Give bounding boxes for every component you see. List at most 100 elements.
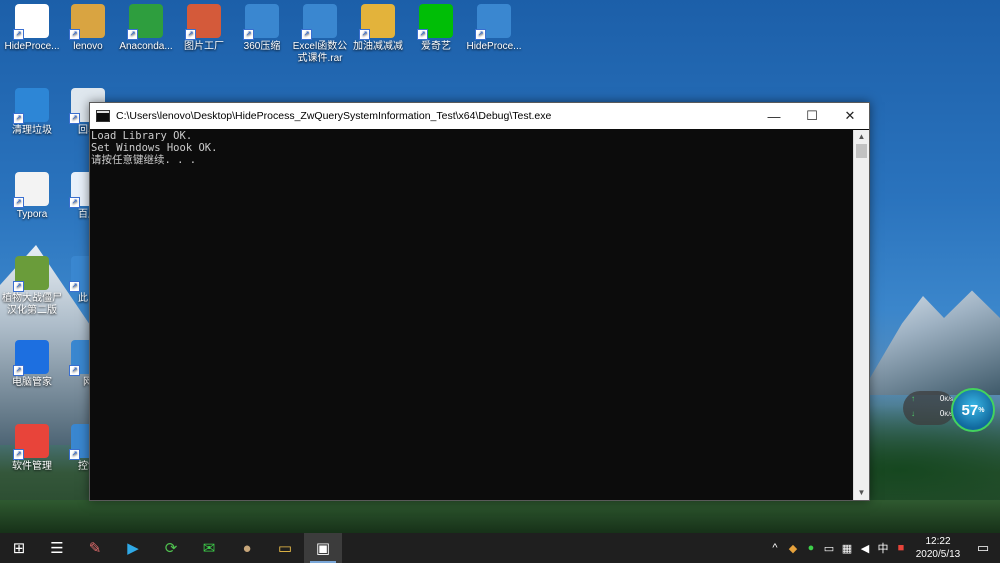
desktop-icon-label: Excel函数公式课件.rar xyxy=(292,41,348,64)
broom-icon: ↗ xyxy=(13,88,49,124)
shortcut-arrow-icon: ↗ xyxy=(69,197,80,208)
shortcut-arrow-icon: ↗ xyxy=(69,281,80,292)
memory-percent-unit: % xyxy=(978,406,985,414)
avatar-app-button[interactable]: ● xyxy=(228,533,266,563)
desktop-icon-label: Anaconda... xyxy=(119,41,173,52)
console-app-icon xyxy=(96,110,110,122)
close-button[interactable]: ✕ xyxy=(831,103,869,129)
start-button[interactable]: ⊞ xyxy=(0,533,38,563)
anaconda-icon: ↗ xyxy=(127,4,163,40)
console-app-button[interactable]: ▣ xyxy=(304,533,342,563)
video-player-button[interactable]: ▶ xyxy=(114,533,152,563)
desktop-icon[interactable]: ↗ Excel函数公式课件.rar xyxy=(288,4,352,65)
typora-icon: ↗ xyxy=(13,172,49,208)
shield-icon: ↗ xyxy=(13,340,49,376)
tray-wechat-icon[interactable]: ● xyxy=(802,542,820,554)
task-view-button[interactable]: ☰ xyxy=(38,533,76,563)
desktop-icon[interactable]: ↗ 图片工厂 xyxy=(172,4,236,53)
tray-ime-label[interactable]: 中 xyxy=(874,540,892,556)
shortcut-arrow-icon: ↗ xyxy=(13,365,24,376)
console-line: Set Windows Hook OK. xyxy=(91,142,218,154)
desktop-icon[interactable]: ↗ HideProce... xyxy=(0,4,64,53)
desktop-icon-label: 图片工厂 xyxy=(184,41,224,52)
desktop-icon[interactable]: ↗ Typora xyxy=(0,172,64,221)
console-line: Load Library OK. xyxy=(91,130,193,142)
desktop-icon[interactable]: ↗ Anaconda... xyxy=(114,4,178,53)
tray-tiger-icon[interactable]: ◆ xyxy=(784,542,802,555)
upload-arrow-icon: ↑ xyxy=(911,394,915,403)
memory-usage-ball[interactable]: 57% xyxy=(951,388,995,432)
desktop-icon-label: 软件管理 xyxy=(12,461,52,472)
wechat-button[interactable]: ✉ xyxy=(190,533,228,563)
desktop-icon[interactable]: ↗ 清理垃圾 xyxy=(0,88,64,137)
file-explorer-button[interactable]: ▭ xyxy=(266,533,304,563)
shortcut-arrow-icon: ↗ xyxy=(69,365,80,376)
desktop-icon[interactable]: ↗ 爱奇艺 xyxy=(404,4,468,53)
shortcut-arrow-icon: ↗ xyxy=(13,29,24,40)
background-mountain-right xyxy=(860,290,1000,395)
desktop-icon[interactable]: ↗ 电脑管家 xyxy=(0,340,64,389)
iqiyi-icon: ↗ xyxy=(417,4,453,40)
tray-network-icon[interactable]: ▦ xyxy=(838,542,856,555)
desktop-icon-label: HideProce... xyxy=(4,41,60,52)
maximize-button[interactable]: ☐ xyxy=(793,103,831,129)
tray-chevron-icon[interactable]: ^ xyxy=(766,542,784,554)
folder-icon: ↗ xyxy=(359,4,395,40)
shortcut-arrow-icon: ↗ xyxy=(13,281,24,292)
tray-clock[interactable]: 12:22 2020/5/13 xyxy=(910,535,966,561)
user-folder-icon: ↗ xyxy=(69,4,105,40)
notification-center-icon[interactable]: ▭ xyxy=(966,540,1000,556)
shortcut-arrow-icon: ↗ xyxy=(243,29,254,40)
shortcut-arrow-icon: ↗ xyxy=(185,29,196,40)
software-manager-icon: ↗ xyxy=(13,424,49,460)
desktop-icon-label: Typora xyxy=(16,209,48,220)
plant-game-icon: ↗ xyxy=(13,256,49,292)
background-grass xyxy=(0,500,1000,534)
clock-time: 12:22 xyxy=(925,536,951,547)
tray-sogou-icon[interactable]: ■ xyxy=(892,542,910,554)
taskbar: ⊞ ☰ ✎ ▶ ⟳ ✉ ● ▭ ▣ ^ ◆ ● ▭ ▦ ◀ 中 ■ 12:22 … xyxy=(0,533,1000,563)
desktop-icon[interactable]: ↗ 软件管理 xyxy=(0,424,64,473)
paint-app-button[interactable]: ✎ xyxy=(76,533,114,563)
vertical-scrollbar[interactable]: ▲ ▼ xyxy=(853,130,869,500)
exe-icon: ↗ xyxy=(13,4,49,40)
shortcut-arrow-icon: ↗ xyxy=(13,113,24,124)
system-tray: ^ ◆ ● ▭ ▦ ◀ 中 ■ 12:22 2020/5/13 ▭ xyxy=(766,533,1000,563)
console-output[interactable]: Load Library OK. Set Windows Hook OK. 请按任意… xyxy=(91,130,853,500)
shortcut-arrow-icon: ↗ xyxy=(69,113,80,124)
tray-volume-icon[interactable]: ◀ xyxy=(856,542,874,555)
console-line: 请按任意键继续. . . xyxy=(91,154,197,166)
desktop-icon-label: lenovo xyxy=(73,41,103,52)
desktop-icon-label: 爱奇艺 xyxy=(421,41,451,52)
shortcut-arrow-icon: ↗ xyxy=(69,29,80,40)
shortcut-arrow-icon: ↗ xyxy=(417,29,428,40)
scroll-up-arrow-icon[interactable]: ▲ xyxy=(854,130,869,144)
shortcut-arrow-icon: ↗ xyxy=(13,197,24,208)
shortcut-arrow-icon: ↗ xyxy=(127,29,138,40)
desktop-icon-label: 清理垃圾 xyxy=(12,125,52,136)
desktop-icon[interactable]: ↗ 加油减减减 xyxy=(346,4,410,53)
desktop-icon-label: 植物大战僵尸汉化第二版 xyxy=(2,293,62,316)
minimize-button[interactable]: — xyxy=(755,103,793,129)
tray-battery-icon[interactable]: ▭ xyxy=(820,542,838,555)
picture-factory-icon: ↗ xyxy=(185,4,221,40)
shortcut-arrow-icon: ↗ xyxy=(69,449,80,460)
desktop-icon[interactable]: ↗ 植物大战僵尸汉化第二版 xyxy=(0,256,64,317)
desktop-icon[interactable]: ↗ lenovo xyxy=(56,4,120,53)
rar-archive-icon: ↗ xyxy=(301,4,337,40)
scroll-thumb[interactable] xyxy=(856,144,867,158)
download-row: ↓ 0K/s xyxy=(911,409,953,418)
archive-icon: ↗ xyxy=(243,4,279,40)
desktop-icon[interactable]: ↗ 360压缩 xyxy=(230,4,294,53)
console-window[interactable]: C:\Users\lenovo\Desktop\HideProcess_ZwQu… xyxy=(89,102,870,501)
refresh-app-button[interactable]: ⟳ xyxy=(152,533,190,563)
desktop-icon-label: HideProce... xyxy=(466,41,522,52)
desktop-icon[interactable]: ↗ HideProce... xyxy=(462,4,526,53)
scroll-down-arrow-icon[interactable]: ▼ xyxy=(854,486,869,500)
console-taskbar-icon: ▣ xyxy=(315,540,331,557)
shortcut-arrow-icon: ↗ xyxy=(475,29,486,40)
window-titlebar[interactable]: C:\Users\lenovo\Desktop\HideProcess_ZwQu… xyxy=(90,103,869,129)
shortcut-arrow-icon: ↗ xyxy=(301,29,312,40)
clock-date: 2020/5/13 xyxy=(915,549,961,560)
network-speed-widget[interactable]: ↑ 0K/s ↓ 0K/s 57% xyxy=(903,388,995,432)
